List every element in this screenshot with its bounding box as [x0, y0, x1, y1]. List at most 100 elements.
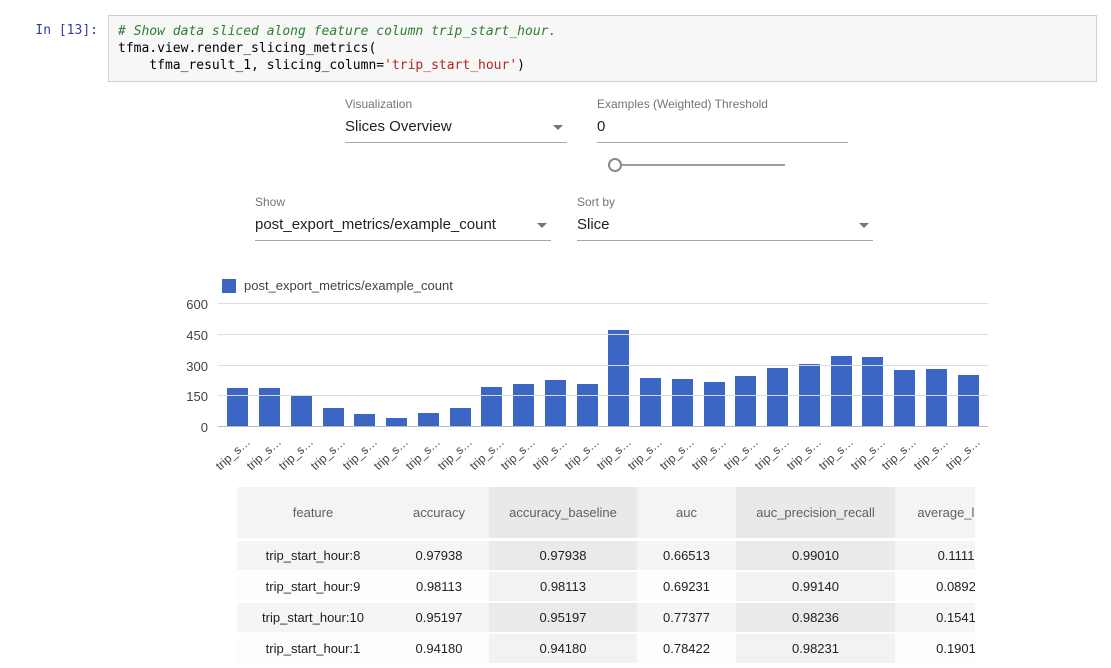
legend-label: post_export_metrics/example_count	[244, 278, 453, 293]
bar[interactable]	[418, 413, 439, 427]
notebook-page: In [13]: # Show data sliced along featur…	[0, 15, 1111, 655]
visualization-value: Slices Overview	[345, 118, 452, 135]
sort-by-control: Sort by Slice	[577, 195, 873, 241]
gridline	[218, 365, 988, 366]
metric-cell: 0.1901	[895, 634, 975, 665]
code-editor[interactable]: # Show data sliced along feature column …	[108, 15, 1097, 82]
y-axis-tick: 0	[164, 420, 208, 435]
metric-cell: 0.69231	[637, 572, 736, 603]
gridline	[218, 426, 988, 427]
bar[interactable]	[323, 408, 344, 427]
column-header[interactable]: auc_precision_recall	[736, 487, 895, 541]
gridline	[218, 334, 988, 335]
chevron-down-icon	[859, 223, 869, 228]
bar[interactable]	[481, 387, 502, 427]
metric-cell: 0.99010	[736, 541, 895, 572]
slider-thumb[interactable]	[608, 158, 622, 172]
metric-cell: 0.78422	[637, 634, 736, 665]
visualization-control: Visualization Slices Overview	[345, 97, 567, 143]
threshold-control: Examples (Weighted) Threshold	[597, 97, 848, 143]
show-select[interactable]: post_export_metrics/example_count	[255, 214, 551, 241]
bar-slot	[286, 304, 318, 427]
bar[interactable]	[227, 388, 248, 427]
code-comment: # Show data sliced along feature column …	[118, 24, 556, 39]
column-header[interactable]: average_loss	[895, 487, 975, 541]
metric-cell: 0.95197	[489, 603, 637, 634]
bar[interactable]	[831, 356, 852, 427]
bar[interactable]	[513, 384, 534, 427]
bar-slot	[444, 304, 476, 427]
bar[interactable]	[704, 382, 725, 427]
metric-cell: 0.98113	[489, 572, 637, 603]
visualization-label: Visualization	[345, 97, 567, 111]
bar-slot	[825, 304, 857, 427]
metric-cell: 0.66513	[637, 541, 736, 572]
metrics-table: featureaccuracyaccuracy_baselineaucauc_p…	[237, 487, 975, 665]
bar[interactable]	[608, 330, 629, 427]
bar[interactable]	[450, 408, 471, 427]
bar-slot	[730, 304, 762, 427]
column-header[interactable]: feature	[237, 487, 389, 541]
bar-slot	[762, 304, 794, 427]
metric-cell: 0.1541	[895, 603, 975, 634]
metric-cell: 0.97938	[389, 541, 489, 572]
code-string: 'trip_start_hour'	[384, 58, 517, 73]
bar-slot	[857, 304, 889, 427]
metric-cell: 0.94180	[389, 634, 489, 665]
bar[interactable]	[672, 379, 693, 427]
bar-slot	[794, 304, 826, 427]
threshold-slider[interactable]	[608, 157, 785, 173]
bar-slot	[921, 304, 953, 427]
bar-slot	[254, 304, 286, 427]
table-row: trip_start_hour:80.979380.979380.665130.…	[237, 541, 975, 572]
slider-track[interactable]	[608, 164, 785, 166]
bar[interactable]	[545, 380, 566, 427]
column-header[interactable]: accuracy_baseline	[489, 487, 637, 541]
table-row: trip_start_hour:10.941800.941800.784220.…	[237, 634, 975, 665]
feature-cell: trip_start_hour:10	[237, 603, 389, 634]
metric-cell: 0.99140	[736, 572, 895, 603]
bar-slot	[317, 304, 349, 427]
cell-output: Visualization Slices Overview Examples (…	[0, 82, 1111, 655]
bar-slot	[508, 304, 540, 427]
feature-cell: trip_start_hour:8	[237, 541, 389, 572]
bar[interactable]	[577, 384, 598, 427]
bar[interactable]	[291, 395, 312, 427]
sort-by-label: Sort by	[577, 195, 873, 209]
sort-by-value: Slice	[577, 216, 610, 233]
sort-by-select[interactable]: Slice	[577, 214, 873, 241]
column-header[interactable]: auc	[637, 487, 736, 541]
bar-slot	[698, 304, 730, 427]
bar-slot	[381, 304, 413, 427]
threshold-input[interactable]	[597, 116, 848, 143]
bar[interactable]	[640, 378, 661, 427]
chart-legend: post_export_metrics/example_count	[222, 278, 453, 293]
bar[interactable]	[767, 368, 788, 427]
bar-slot	[222, 304, 254, 427]
y-axis-tick: 300	[164, 359, 208, 374]
metric-cell: 0.1111	[895, 541, 975, 572]
bar-slot	[889, 304, 921, 427]
feature-cell: trip_start_hour:1	[237, 634, 389, 665]
column-header[interactable]: accuracy	[389, 487, 489, 541]
metric-cell: 0.0892	[895, 572, 975, 603]
metric-cell: 0.97938	[489, 541, 637, 572]
bar[interactable]	[259, 388, 280, 427]
metric-cell: 0.98236	[736, 603, 895, 634]
feature-cell: trip_start_hour:9	[237, 572, 389, 603]
metric-cell: 0.77377	[637, 603, 736, 634]
x-axis-label: trip_s…	[212, 435, 252, 473]
bar[interactable]	[958, 375, 979, 427]
bar[interactable]	[735, 376, 756, 427]
bar-slot	[667, 304, 699, 427]
chevron-down-icon	[553, 125, 563, 130]
bar[interactable]	[894, 370, 915, 427]
bar[interactable]	[862, 357, 883, 427]
code-line3-pre: tfma_result_1, slicing_column=	[118, 58, 384, 73]
bar-slot	[349, 304, 381, 427]
visualization-select[interactable]: Slices Overview	[345, 116, 567, 143]
table-header-row: featureaccuracyaccuracy_baselineaucauc_p…	[237, 487, 975, 541]
bar-slot	[635, 304, 667, 427]
bar[interactable]	[926, 369, 947, 427]
legend-swatch	[222, 279, 236, 293]
